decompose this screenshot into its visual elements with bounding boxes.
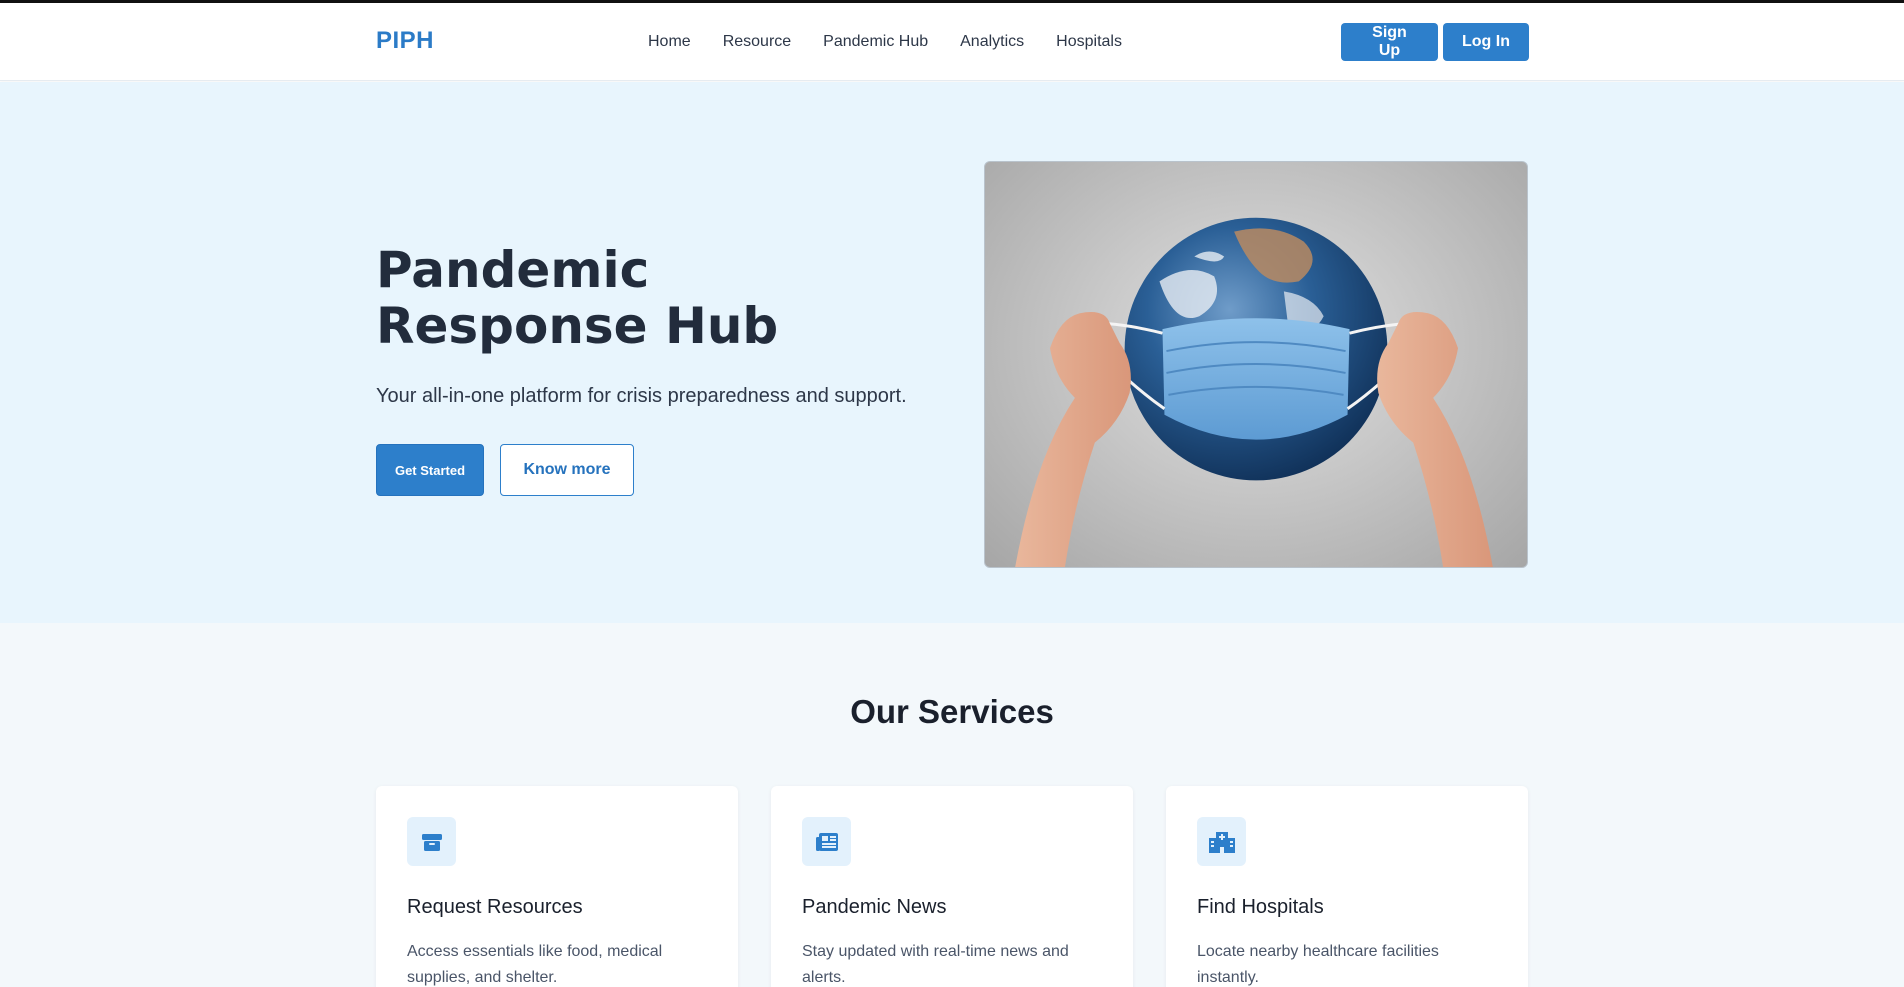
nav-hospitals[interactable]: Hospitals	[1056, 33, 1122, 51]
nav-resource[interactable]: Resource	[723, 33, 791, 51]
nav-pandemic-hub[interactable]: Pandemic Hub	[823, 33, 928, 51]
hero-image	[984, 161, 1528, 568]
hero-title: Pandemic Response Hub	[376, 241, 779, 355]
earth-mask-illustration	[1015, 217, 1493, 567]
card-title: Request Resources	[407, 896, 583, 918]
newspaper-icon	[802, 817, 851, 866]
hero-section: Pandemic Response Hub Your all-in-one pl…	[0, 82, 1904, 623]
site-logo[interactable]: PIPH	[376, 27, 434, 55]
card-description: Locate nearby healthcare facilities inst…	[1197, 943, 1439, 986]
service-card-find-hospitals[interactable]: Find Hospitals Locate nearby healthcare …	[1166, 786, 1528, 987]
service-card-request-resources[interactable]: Request Resources Access essentials like…	[376, 786, 738, 987]
service-card-pandemic-news[interactable]: Pandemic News Stay updated with real-tim…	[771, 786, 1133, 987]
sign-up-button[interactable]: Sign Up	[1341, 23, 1438, 61]
log-in-button[interactable]: Log In	[1443, 23, 1529, 61]
nav-home[interactable]: Home	[648, 33, 691, 51]
hospital-icon	[1197, 817, 1246, 866]
main-nav: Home Resource Pandemic Hub Analytics Hos…	[648, 33, 1154, 51]
hero-subtitle: Your all-in-one platform for crisis prep…	[376, 385, 907, 407]
get-started-button[interactable]: Get Started	[376, 444, 484, 496]
auth-buttons: Sign Up Log In	[1341, 23, 1529, 61]
card-description: Access essentials like food, medical sup…	[407, 943, 663, 986]
card-title: Find Hospitals	[1197, 896, 1324, 918]
know-more-button[interactable]: Know more	[500, 444, 634, 496]
card-title: Pandemic News	[802, 896, 947, 918]
hero-actions: Get Started Know more	[376, 444, 634, 496]
site-header: PIPH Home Resource Pandemic Hub Analytic…	[0, 3, 1904, 81]
nav-analytics[interactable]: Analytics	[960, 33, 1024, 51]
box-icon	[407, 817, 456, 866]
services-section: Our Services Request Resources Access es…	[0, 623, 1904, 987]
card-description: Stay updated with real-time news and ale…	[802, 943, 1069, 986]
services-title: Our Services	[850, 693, 1054, 730]
